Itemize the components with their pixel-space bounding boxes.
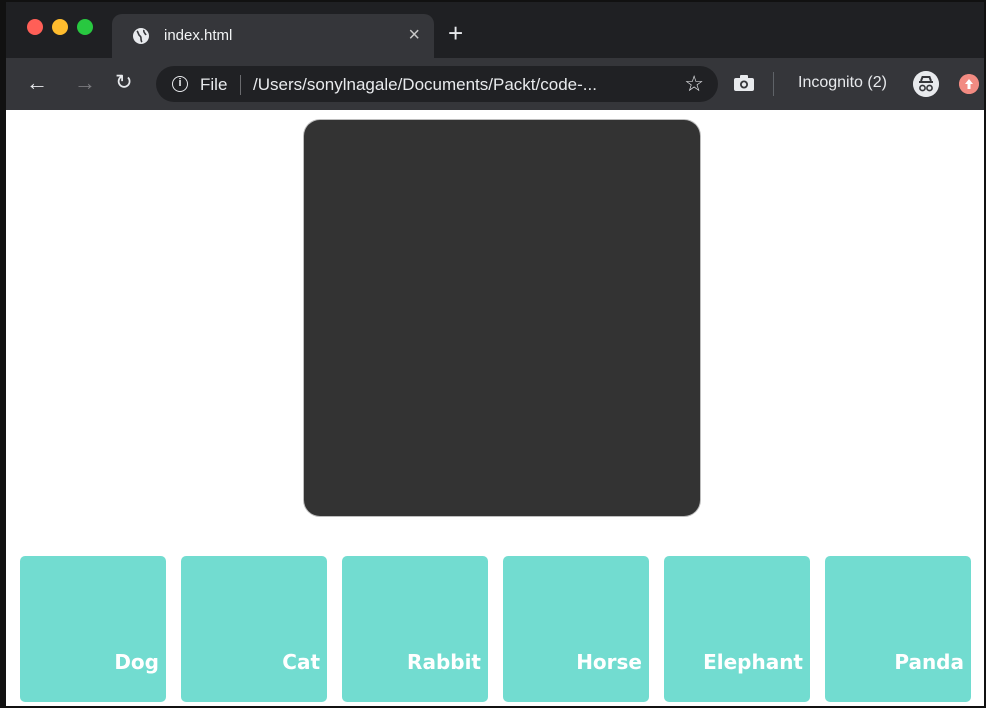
tab-close-icon[interactable]: ×	[408, 23, 420, 47]
animal-display-area	[304, 120, 700, 516]
card-elephant[interactable]: Elephant	[664, 556, 810, 702]
card-dog[interactable]: Dog	[20, 556, 166, 702]
card-label: Panda	[894, 650, 964, 674]
card-horse[interactable]: Horse	[503, 556, 649, 702]
back-arrow-icon[interactable]: ←	[26, 70, 48, 96]
camera-icon[interactable]	[733, 74, 755, 92]
forward-arrow-icon[interactable]: →	[74, 70, 96, 96]
reload-icon[interactable]: ↻	[115, 70, 133, 96]
card-panda[interactable]: Panda	[825, 556, 971, 702]
card-label: Cat	[282, 650, 320, 674]
globe-icon	[133, 28, 149, 44]
toolbar-separator	[773, 72, 774, 96]
animal-card-row: Dog Cat Rabbit Horse Elephant Panda	[20, 556, 976, 702]
incognito-icon[interactable]	[913, 71, 939, 97]
browser-toolbar: ← → ↻ i File /Users/sonylnagale/Document…	[6, 58, 984, 110]
extension-update-icon[interactable]	[959, 74, 979, 94]
url-text[interactable]: /Users/sonylnagale/Documents/Packt/code-…	[253, 75, 597, 95]
tab-index-html[interactable]: index.html ×	[112, 14, 434, 58]
card-cat[interactable]: Cat	[181, 556, 327, 702]
close-window-button[interactable]	[27, 19, 43, 35]
incognito-label[interactable]: Incognito (2)	[798, 74, 887, 92]
tab-title: index.html	[164, 27, 233, 44]
minimize-window-button[interactable]	[52, 19, 68, 35]
info-icon[interactable]: i	[172, 76, 188, 92]
new-tab-button[interactable]: +	[448, 20, 463, 46]
bookmark-star-icon[interactable]: ☆	[684, 72, 704, 96]
address-separator	[240, 75, 241, 95]
card-label: Horse	[576, 650, 642, 674]
tab-strip: index.html × +	[6, 2, 984, 58]
maximize-window-button[interactable]	[77, 19, 93, 35]
card-label: Dog	[114, 650, 159, 674]
url-scheme-label: File	[200, 75, 228, 94]
page-viewport: Dog Cat Rabbit Horse Elephant Panda	[6, 110, 984, 706]
card-rabbit[interactable]: Rabbit	[342, 556, 488, 702]
address-bar[interactable]: i File /Users/sonylnagale/Documents/Pack…	[156, 66, 718, 102]
browser-window: index.html × + ← → ↻ i File /Users/sonyl…	[0, 0, 986, 708]
card-label: Rabbit	[407, 650, 481, 674]
card-label: Elephant	[703, 650, 803, 674]
